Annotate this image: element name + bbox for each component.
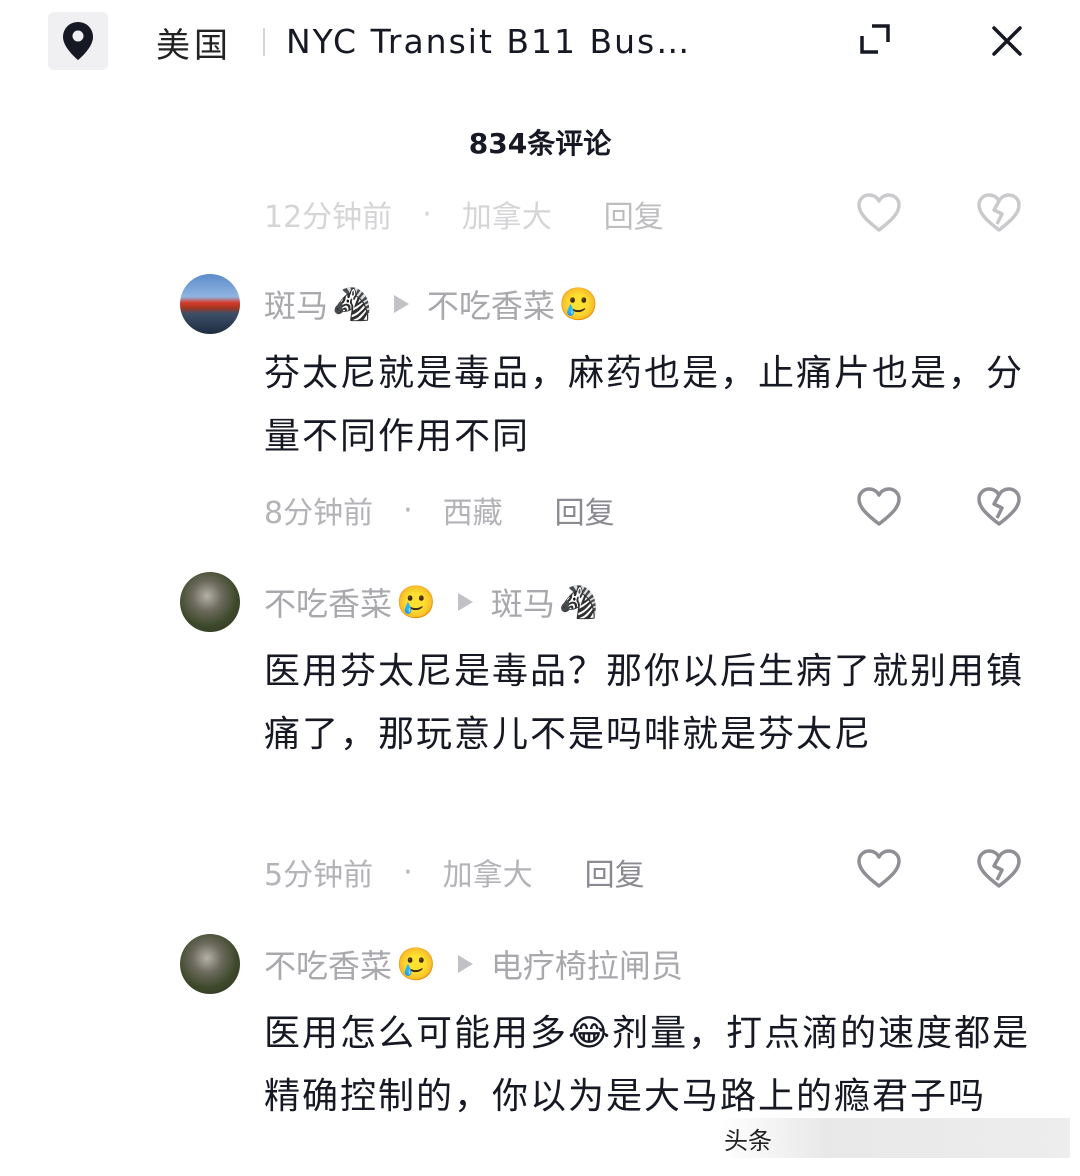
scroll-fade	[0, 160, 1080, 184]
reply-arrow-icon	[393, 295, 409, 313]
title-divider	[263, 28, 265, 56]
reply-arrow-icon	[457, 955, 473, 973]
watermark: 头条	[720, 1118, 1070, 1158]
comment-location: 加拿大	[461, 200, 552, 235]
comment-text: 芬太尼就是毒品，麻药也是，止痛片也是，分量不同作用不同	[264, 353, 1025, 457]
location-pin-icon	[63, 22, 93, 60]
comment-count: 834条评论	[468, 127, 612, 160]
comment-text-part: 医用怎么可能用多	[264, 1013, 569, 1054]
smile-tear-emoji-icon: 🥲	[396, 583, 436, 621]
dislike-icon[interactable]	[976, 486, 1022, 528]
smile-tear-emoji-icon: 🥲	[558, 285, 599, 323]
author-name[interactable]: 不吃香菜	[264, 941, 392, 987]
reply-button[interactable]: 回复	[555, 488, 615, 532]
meta-dot: ·	[403, 854, 413, 890]
comment-author-row: 不吃香菜 🥲 斑马 🦓	[264, 580, 599, 624]
comment-time: 5分钟前	[264, 858, 374, 893]
heart-icon[interactable]	[856, 486, 902, 528]
comment-meta: 12分钟前 · 加拿大 回复	[264, 192, 664, 236]
comment-text: 医用芬太尼是毒品？那你以后生病了就别用镇痛了，那玩意儿不是吗啡就是芬太尼	[264, 651, 1025, 755]
smile-tear-emoji-icon: 🥲	[396, 945, 436, 983]
region-label[interactable]: 美国	[156, 18, 232, 67]
avatar[interactable]	[180, 934, 240, 994]
comment-meta: 5分钟前 · 加拿大 回复	[264, 850, 645, 894]
close-icon[interactable]	[990, 24, 1024, 58]
heart-icon[interactable]	[856, 192, 902, 234]
reply-button[interactable]: 回复	[585, 850, 645, 894]
meta-dot: ·	[422, 196, 432, 232]
top-bar: 美国 NYC Transit B11 Bus…	[0, 0, 1080, 90]
reply-arrow-icon	[457, 593, 473, 611]
reply-to-name[interactable]: 不吃香菜	[427, 281, 555, 327]
author-name[interactable]: 斑马	[264, 281, 328, 327]
comment-author-row: 斑马 🦓 不吃香菜 🥲	[264, 282, 599, 326]
reply-to-name[interactable]: 电疗椅拉闸员	[491, 941, 683, 987]
location-button[interactable]	[48, 12, 108, 70]
expand-icon[interactable]	[858, 22, 892, 56]
heart-icon[interactable]	[856, 848, 902, 890]
comment-location: 西藏	[442, 496, 503, 531]
dislike-icon[interactable]	[976, 848, 1022, 890]
comment-author-row: 不吃香菜 🥲 电疗椅拉闸员	[264, 942, 683, 986]
laughing-emoji-icon: 😂	[568, 1013, 613, 1054]
meta-dot: ·	[403, 492, 413, 528]
zebra-emoji-icon: 🦓	[332, 285, 372, 323]
page-title[interactable]: NYC Transit B11 Bus…	[286, 22, 756, 61]
comment-time: 8分钟前	[264, 496, 374, 531]
comment-location: 加拿大	[442, 858, 533, 893]
watermark-text: 头条	[724, 1126, 772, 1155]
comment-time: 12分钟前	[264, 200, 393, 235]
comment-meta: 8分钟前 · 西藏 回复	[264, 488, 615, 532]
reply-button[interactable]: 回复	[604, 192, 664, 236]
author-name[interactable]: 不吃香菜	[264, 579, 392, 625]
avatar[interactable]	[180, 274, 240, 334]
reply-to-name[interactable]: 斑马	[491, 579, 555, 625]
zebra-emoji-icon: 🦓	[558, 583, 599, 621]
dislike-icon[interactable]	[976, 192, 1022, 234]
avatar[interactable]	[180, 572, 240, 632]
